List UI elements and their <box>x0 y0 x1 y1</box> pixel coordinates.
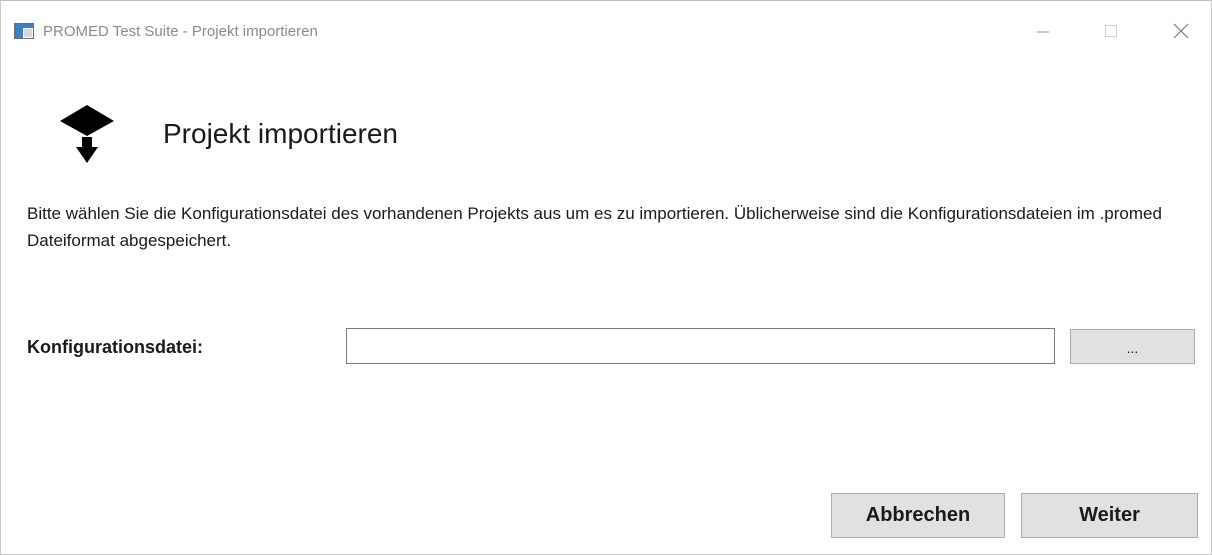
minimize-button[interactable] <box>1020 15 1066 47</box>
import-project-dialog: PROMED Test Suite - Projekt importieren <box>0 0 1212 555</box>
close-button[interactable] <box>1158 15 1204 47</box>
maximize-button[interactable] <box>1088 15 1134 47</box>
instruction-text: Bitte wählen Sie die Konfigurationsdatei… <box>27 204 1162 250</box>
next-button[interactable]: Weiter <box>1021 493 1198 538</box>
config-file-label: Konfigurationsdatei: <box>27 337 203 357</box>
import-arrow-icon <box>56 104 118 166</box>
browse-button[interactable]: ... <box>1070 329 1195 364</box>
app-window-icon <box>14 23 34 39</box>
page-title: Projekt importieren <box>163 118 398 149</box>
minimize-icon <box>1037 31 1049 33</box>
config-file-input[interactable] <box>346 328 1055 364</box>
window-title: PROMED Test Suite - Projekt importieren <box>43 23 318 40</box>
title-bar[interactable]: PROMED Test Suite - Projekt importieren <box>1 1 1211 63</box>
close-icon <box>1173 23 1189 39</box>
cancel-button[interactable]: Abbrechen <box>831 493 1005 538</box>
maximize-icon <box>1105 25 1117 37</box>
